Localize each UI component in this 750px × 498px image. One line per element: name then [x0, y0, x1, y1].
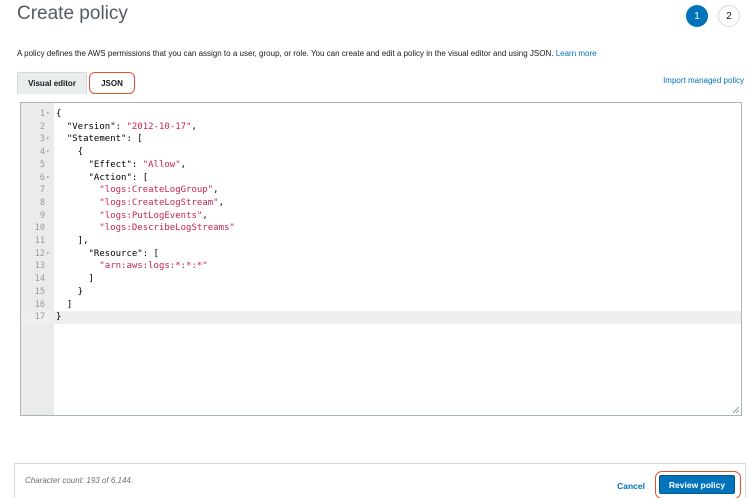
- code-text: ]: [56, 299, 73, 310]
- line-number: 17: [34, 312, 45, 323]
- code-line[interactable]: 12 ▾ "Resource": [: [21, 248, 741, 261]
- line-number: 11: [34, 236, 45, 246]
- line-number: 4: [39, 147, 45, 158]
- page-title: Create policy: [17, 3, 128, 24]
- code-line[interactable]: 16 ]: [21, 299, 741, 312]
- code-line[interactable]: 17}: [21, 311, 741, 324]
- code-text: "logs:PutLogEvents",: [99, 210, 208, 221]
- fold-toggle-icon[interactable]: ▾: [46, 172, 50, 185]
- line-number: 5: [39, 159, 45, 170]
- line-number: 13: [34, 261, 45, 272]
- line-number: 12: [34, 248, 45, 259]
- code-line[interactable]: 15 }: [21, 286, 741, 299]
- line-number: 8: [39, 197, 45, 208]
- editor-tabs: Visual editor JSON: [17, 72, 135, 94]
- code-text: "Action": [: [88, 172, 149, 183]
- code-line[interactable]: 4 ▾ {: [21, 146, 741, 159]
- line-number: 16: [34, 299, 45, 310]
- code-line[interactable]: 1 ▾ {: [21, 108, 741, 121]
- code-text: "Effect": "Allow",: [88, 159, 187, 170]
- description-text: A policy defines the AWS permissions tha…: [17, 49, 554, 58]
- code-line[interactable]: 11 ],: [21, 235, 741, 248]
- cancel-button[interactable]: Cancel: [617, 481, 645, 491]
- code-text: ]: [56, 274, 94, 285]
- line-number: 6: [39, 172, 45, 183]
- line-number: 9: [39, 210, 45, 221]
- fold-toggle-icon[interactable]: ▾: [46, 146, 50, 159]
- resize-handle-icon[interactable]: [733, 407, 739, 413]
- step-2[interactable]: 2: [718, 5, 740, 27]
- step-indicator: 1 2: [686, 5, 740, 27]
- json-code-editor[interactable]: 1 ▾{2 "Version": "2012-10-17", 3 ▾ "Stateme…: [20, 102, 742, 416]
- code-text: }: [56, 286, 84, 297]
- line-number: 14: [34, 274, 45, 285]
- code-line[interactable]: 13 "arn:aws:logs:*:*:*": [21, 260, 741, 273]
- tab-visual-editor[interactable]: Visual editor: [17, 72, 87, 94]
- code-line[interactable]: 14 ]: [21, 273, 741, 286]
- line-number: 7: [39, 185, 45, 196]
- code-line[interactable]: 7 "logs:CreateLogGroup",: [21, 184, 741, 197]
- line-number: 10: [34, 223, 45, 234]
- code-text: "logs:DescribeLogStreams": [99, 223, 235, 234]
- code-line[interactable]: 5 "Effect": "Allow",: [21, 159, 741, 172]
- character-count: Character count: 193 of 6,144.: [25, 476, 134, 485]
- code-line[interactable]: 6 ▾ "Action": [: [21, 172, 741, 185]
- code-text: "logs:CreateLogGroup",: [99, 185, 219, 196]
- learn-more-link[interactable]: Learn more: [556, 49, 597, 58]
- code-text: "Resource": [: [88, 248, 159, 259]
- code-text: "arn:aws:logs:*:*:*": [99, 261, 208, 272]
- footer-bar: Character count: 193 of 6,144. Cancel Re…: [14, 463, 746, 498]
- review-policy-highlight: Review policy: [655, 471, 741, 498]
- code-line[interactable]: 3 ▾ "Statement": [: [21, 133, 741, 146]
- code-text: ],: [56, 236, 89, 246]
- step-1[interactable]: 1: [686, 5, 708, 27]
- code-line[interactable]: 8 "logs:CreateLogStream",: [21, 197, 741, 210]
- policy-description: A policy defines the AWS permissions tha…: [17, 49, 597, 58]
- review-policy-button[interactable]: Review policy: [659, 475, 735, 494]
- code-text: {: [56, 147, 84, 158]
- fold-toggle-icon[interactable]: ▾: [46, 108, 50, 121]
- code-text: {: [56, 109, 62, 119]
- code-text: "logs:CreateLogStream",: [99, 197, 224, 208]
- fold-toggle-icon[interactable]: ▾: [46, 133, 50, 146]
- code-text: "Version": "2012-10-17",: [66, 121, 197, 132]
- tab-json[interactable]: JSON: [89, 72, 135, 94]
- code-text: }: [56, 312, 62, 323]
- import-managed-policy-link[interactable]: Import managed policy: [663, 76, 744, 85]
- line-number: 15: [34, 286, 45, 297]
- code-line[interactable]: 10 "logs:DescribeLogStreams": [21, 222, 741, 235]
- line-number: 1: [39, 109, 45, 119]
- line-number: 3: [39, 134, 45, 145]
- code-line[interactable]: 2 "Version": "2012-10-17",: [21, 121, 741, 134]
- code-text: "Statement": [: [66, 134, 143, 145]
- line-number: 2: [39, 121, 45, 132]
- code-line[interactable]: 9 "logs:PutLogEvents",: [21, 210, 741, 223]
- fold-toggle-icon[interactable]: ▾: [46, 248, 50, 261]
